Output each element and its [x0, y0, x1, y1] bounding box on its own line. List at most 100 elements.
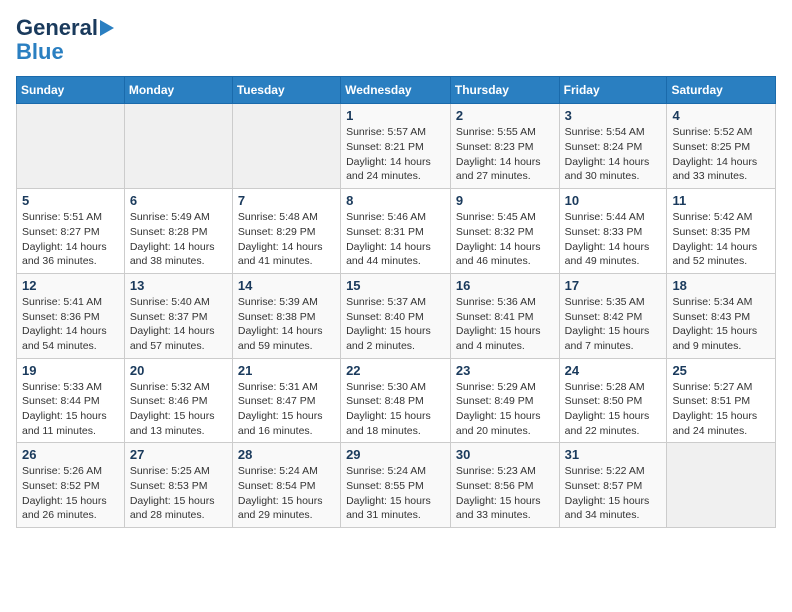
logo-arrow-icon	[100, 20, 114, 36]
calendar-cell: 26 Sunrise: 5:26 AM Sunset: 8:52 PM Dayli…	[17, 443, 125, 528]
day-info: Sunrise: 5:45 AM Sunset: 8:32 PM Dayligh…	[456, 210, 554, 269]
day-number: 10	[565, 193, 662, 208]
page-header: General Blue	[16, 16, 776, 64]
calendar-cell: 24 Sunrise: 5:28 AM Sunset: 8:50 PM Dayli…	[559, 358, 667, 443]
calendar-cell: 29Sunrise: 5:24 AM Sunset: 8:55 PM Dayli…	[341, 443, 451, 528]
day-number: 9	[456, 193, 554, 208]
day-number: 22	[346, 363, 445, 378]
day-number: 31	[565, 447, 662, 462]
calendar-cell: 12 Sunrise: 5:41 AM Sunset: 8:36 PM Dayli…	[17, 273, 125, 358]
day-info: Sunrise: 5:44 AM Sunset: 8:33 PM Dayligh…	[565, 210, 662, 269]
weekday-header-saturday: Saturday	[667, 77, 776, 104]
logo: General Blue	[16, 16, 114, 64]
day-number: 30	[456, 447, 554, 462]
day-info: Sunrise: 5:30 AM Sunset: 8:48 PM Dayligh…	[346, 380, 445, 439]
calendar-week-2: 5 Sunrise: 5:51 AM Sunset: 8:27 PM Daylig…	[17, 189, 776, 274]
calendar-cell: 15Sunrise: 5:37 AM Sunset: 8:40 PM Dayli…	[341, 273, 451, 358]
day-number: 16	[456, 278, 554, 293]
day-info: Sunrise: 5:35 AM Sunset: 8:42 PM Dayligh…	[565, 295, 662, 354]
day-info: Sunrise: 5:36 AM Sunset: 8:41 PM Dayligh…	[456, 295, 554, 354]
day-number: 21	[238, 363, 335, 378]
day-number: 1	[346, 108, 445, 123]
calendar-cell: 7 Sunrise: 5:48 AM Sunset: 8:29 PM Daylig…	[232, 189, 340, 274]
day-info: Sunrise: 5:37 AM Sunset: 8:40 PM Dayligh…	[346, 295, 445, 354]
calendar-cell	[667, 443, 776, 528]
day-info: Sunrise: 5:48 AM Sunset: 8:29 PM Dayligh…	[238, 210, 335, 269]
day-info: Sunrise: 5:49 AM Sunset: 8:28 PM Dayligh…	[130, 210, 227, 269]
calendar-cell: 21 Sunrise: 5:31 AM Sunset: 8:47 PM Dayli…	[232, 358, 340, 443]
calendar-cell: 9 Sunrise: 5:45 AM Sunset: 8:32 PM Daylig…	[450, 189, 559, 274]
calendar-week-3: 12 Sunrise: 5:41 AM Sunset: 8:36 PM Dayli…	[17, 273, 776, 358]
day-info: Sunrise: 5:33 AM Sunset: 8:44 PM Dayligh…	[22, 380, 119, 439]
day-info: Sunrise: 5:31 AM Sunset: 8:47 PM Dayligh…	[238, 380, 335, 439]
day-number: 3	[565, 108, 662, 123]
calendar-cell: 17 Sunrise: 5:35 AM Sunset: 8:42 PM Dayli…	[559, 273, 667, 358]
calendar-cell: 16 Sunrise: 5:36 AM Sunset: 8:41 PM Dayli…	[450, 273, 559, 358]
day-number: 2	[456, 108, 554, 123]
day-info: Sunrise: 5:28 AM Sunset: 8:50 PM Dayligh…	[565, 380, 662, 439]
weekday-header-sunday: Sunday	[17, 77, 125, 104]
day-number: 12	[22, 278, 119, 293]
calendar-cell: 30 Sunrise: 5:23 AM Sunset: 8:56 PM Dayli…	[450, 443, 559, 528]
day-number: 6	[130, 193, 227, 208]
weekday-header-monday: Monday	[124, 77, 232, 104]
calendar-cell: 14 Sunrise: 5:39 AM Sunset: 8:38 PM Dayli…	[232, 273, 340, 358]
day-info: Sunrise: 5:41 AM Sunset: 8:36 PM Dayligh…	[22, 295, 119, 354]
logo-text-blue: Blue	[16, 40, 64, 64]
calendar-cell: 23Sunrise: 5:29 AM Sunset: 8:49 PM Dayli…	[450, 358, 559, 443]
day-info: Sunrise: 5:23 AM Sunset: 8:56 PM Dayligh…	[456, 464, 554, 523]
calendar-cell: 20 Sunrise: 5:32 AM Sunset: 8:46 PM Dayli…	[124, 358, 232, 443]
calendar-cell: 6 Sunrise: 5:49 AM Sunset: 8:28 PM Daylig…	[124, 189, 232, 274]
calendar-header-row: SundayMondayTuesdayWednesdayThursdayFrid…	[17, 77, 776, 104]
calendar-cell: 13 Sunrise: 5:40 AM Sunset: 8:37 PM Dayli…	[124, 273, 232, 358]
day-info: Sunrise: 5:39 AM Sunset: 8:38 PM Dayligh…	[238, 295, 335, 354]
calendar-cell	[17, 104, 125, 189]
calendar-cell: 18Sunrise: 5:34 AM Sunset: 8:43 PM Dayli…	[667, 273, 776, 358]
calendar-cell: 25Sunrise: 5:27 AM Sunset: 8:51 PM Dayli…	[667, 358, 776, 443]
calendar-cell: 11 Sunrise: 5:42 AM Sunset: 8:35 PM Dayli…	[667, 189, 776, 274]
day-number: 4	[672, 108, 770, 123]
day-number: 19	[22, 363, 119, 378]
day-number: 20	[130, 363, 227, 378]
weekday-header-wednesday: Wednesday	[341, 77, 451, 104]
weekday-header-tuesday: Tuesday	[232, 77, 340, 104]
calendar-cell: 28Sunrise: 5:24 AM Sunset: 8:54 PM Dayli…	[232, 443, 340, 528]
calendar-week-5: 26 Sunrise: 5:26 AM Sunset: 8:52 PM Dayli…	[17, 443, 776, 528]
day-number: 25	[672, 363, 770, 378]
day-info: Sunrise: 5:52 AM Sunset: 8:25 PM Dayligh…	[672, 125, 770, 184]
calendar-table: SundayMondayTuesdayWednesdayThursdayFrid…	[16, 76, 776, 528]
calendar-cell: 19 Sunrise: 5:33 AM Sunset: 8:44 PM Dayli…	[17, 358, 125, 443]
calendar-cell: 5 Sunrise: 5:51 AM Sunset: 8:27 PM Daylig…	[17, 189, 125, 274]
day-info: Sunrise: 5:32 AM Sunset: 8:46 PM Dayligh…	[130, 380, 227, 439]
day-number: 29	[346, 447, 445, 462]
calendar-cell	[124, 104, 232, 189]
day-number: 26	[22, 447, 119, 462]
calendar-cell: 4 Sunrise: 5:52 AM Sunset: 8:25 PM Daylig…	[667, 104, 776, 189]
calendar-cell: 10 Sunrise: 5:44 AM Sunset: 8:33 PM Dayli…	[559, 189, 667, 274]
calendar-cell: 1 Sunrise: 5:57 AM Sunset: 8:21 PM Daylig…	[341, 104, 451, 189]
day-number: 13	[130, 278, 227, 293]
day-number: 5	[22, 193, 119, 208]
day-number: 8	[346, 193, 445, 208]
calendar-week-1: 1 Sunrise: 5:57 AM Sunset: 8:21 PM Daylig…	[17, 104, 776, 189]
day-info: Sunrise: 5:26 AM Sunset: 8:52 PM Dayligh…	[22, 464, 119, 523]
day-info: Sunrise: 5:40 AM Sunset: 8:37 PM Dayligh…	[130, 295, 227, 354]
day-info: Sunrise: 5:46 AM Sunset: 8:31 PM Dayligh…	[346, 210, 445, 269]
calendar-cell: 27Sunrise: 5:25 AM Sunset: 8:53 PM Dayli…	[124, 443, 232, 528]
day-info: Sunrise: 5:57 AM Sunset: 8:21 PM Dayligh…	[346, 125, 445, 184]
day-info: Sunrise: 5:54 AM Sunset: 8:24 PM Dayligh…	[565, 125, 662, 184]
day-number: 11	[672, 193, 770, 208]
calendar-week-4: 19 Sunrise: 5:33 AM Sunset: 8:44 PM Dayli…	[17, 358, 776, 443]
day-number: 24	[565, 363, 662, 378]
day-number: 27	[130, 447, 227, 462]
calendar-cell: 2Sunrise: 5:55 AM Sunset: 8:23 PM Daylig…	[450, 104, 559, 189]
calendar-cell: 31 Sunrise: 5:22 AM Sunset: 8:57 PM Dayli…	[559, 443, 667, 528]
day-number: 14	[238, 278, 335, 293]
day-number: 17	[565, 278, 662, 293]
day-info: Sunrise: 5:42 AM Sunset: 8:35 PM Dayligh…	[672, 210, 770, 269]
day-info: Sunrise: 5:22 AM Sunset: 8:57 PM Dayligh…	[565, 464, 662, 523]
day-number: 23	[456, 363, 554, 378]
day-number: 7	[238, 193, 335, 208]
day-number: 18	[672, 278, 770, 293]
day-info: Sunrise: 5:51 AM Sunset: 8:27 PM Dayligh…	[22, 210, 119, 269]
